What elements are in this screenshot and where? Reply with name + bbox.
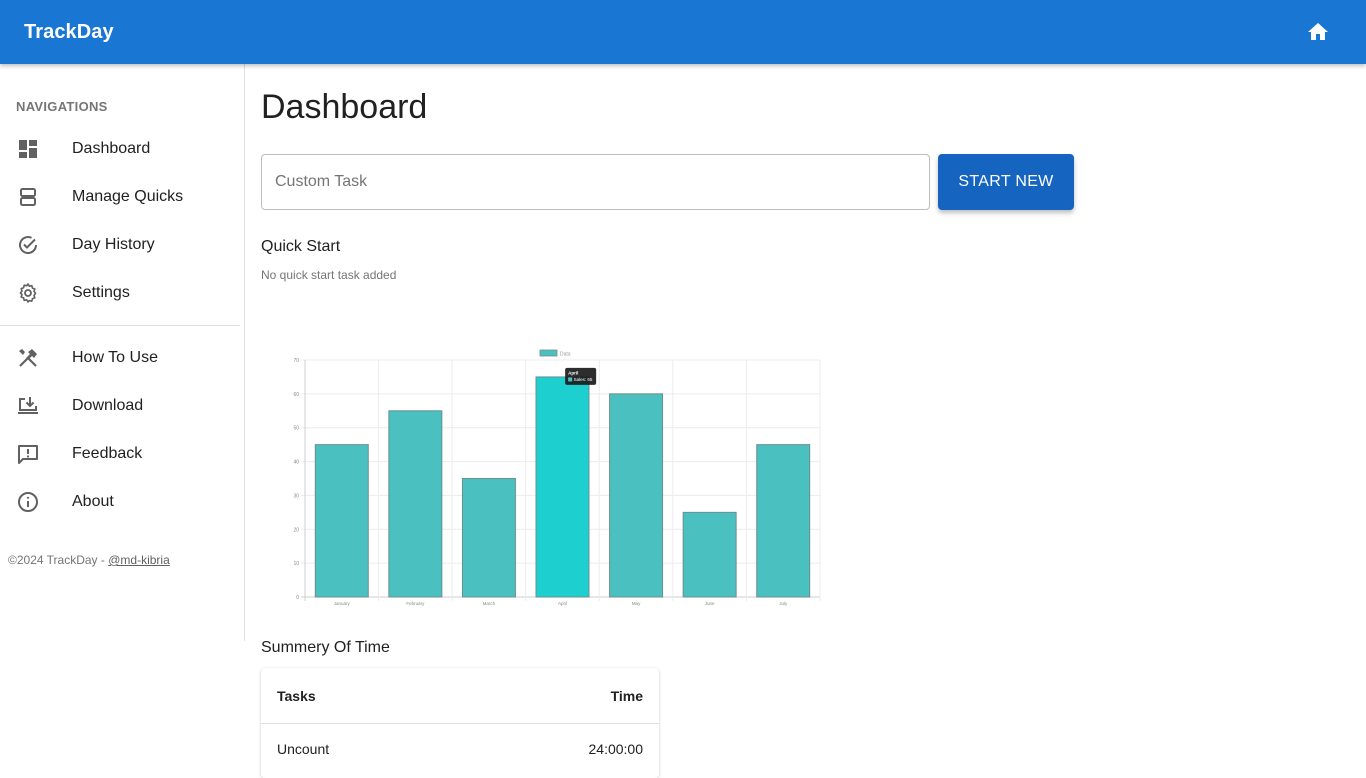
chart-bar (682, 511, 737, 598)
app-bar: TrackDay (0, 0, 1366, 64)
sidebar-item-about[interactable]: About (0, 478, 240, 526)
dashboard-icon (16, 137, 40, 161)
y-tick-label: 50 (293, 426, 299, 432)
tools-icon (16, 346, 40, 370)
y-tick-label: 10 (293, 561, 299, 567)
sidebar-item-download[interactable]: Download (0, 382, 240, 430)
x-tick-label: February (406, 601, 425, 606)
sidebar-item-how-to-use[interactable]: How To Use (0, 334, 240, 382)
x-tick-label: July (779, 601, 788, 606)
quick-start-title: Quick Start (261, 238, 341, 255)
legend-label: Data (560, 352, 571, 358)
y-tick-label: 70 (293, 358, 299, 364)
time-cell: 24:00:00 (588, 741, 644, 757)
column-header-time: Time (610, 687, 643, 704)
x-tick-label: May (632, 601, 641, 606)
sidebar-item-dashboard[interactable]: Dashboard (0, 125, 240, 173)
y-tick-label: 60 (293, 392, 299, 398)
sidebar-item-label: Dashboard (72, 140, 151, 157)
task-cell: Uncount (277, 741, 330, 757)
tooltip-value: Sales: 65 (574, 377, 593, 382)
info-icon (16, 490, 40, 514)
chart-bar (535, 376, 590, 598)
y-tick-label: 40 (293, 460, 299, 466)
sidebar-item-manage-quicks[interactable]: Manage Quicks (0, 173, 240, 221)
chart-bar (461, 478, 516, 598)
home-icon[interactable] (1306, 20, 1330, 44)
chart-bar (609, 393, 664, 598)
sidebar-item-label: How To Use (72, 349, 158, 366)
tooltip-title: April (568, 370, 578, 375)
quick-start-empty-text: No quick start task added (261, 268, 397, 282)
sidebar-item-settings[interactable]: Settings (0, 269, 240, 317)
sidebar: NAVIGATIONS Dashboard Manage Quicks Day … (0, 64, 245, 641)
sidebar-item-label: Feedback (72, 445, 143, 462)
start-new-button[interactable]: START NEW (938, 154, 1074, 210)
sidebar-item-feedback[interactable]: Feedback (0, 430, 240, 478)
view-agenda-icon (16, 185, 40, 209)
author-link[interactable]: @md-kibria (108, 553, 170, 567)
y-tick-label: 0 (296, 595, 299, 601)
chart-bar (314, 444, 369, 598)
summary-title: Summery Of Time (261, 639, 390, 656)
x-tick-label: January (334, 601, 351, 606)
chart-bar (388, 410, 443, 598)
feedback-icon (16, 442, 40, 466)
sidebar-item-label: Settings (72, 284, 130, 301)
gear-icon (16, 281, 40, 305)
tooltip-swatch (568, 377, 573, 382)
custom-task-input[interactable] (261, 154, 930, 210)
sidebar-item-label: Day History (72, 236, 155, 253)
bar-chart: 0 10 20 30 40 50 60 70 January February March April… (293, 349, 821, 606)
sidebar-item-day-history[interactable]: Day History (0, 221, 240, 269)
sidebar-item-label: Download (72, 397, 144, 414)
nav-header: NAVIGATIONS (16, 99, 108, 114)
sidebar-item-label: Manage Quicks (72, 188, 184, 205)
download-icon (16, 394, 40, 418)
chart-bar (756, 444, 811, 598)
sidebar-footer: ©2024 TrackDay - @md-kibria (8, 553, 170, 567)
page-title: Dashboard (261, 88, 428, 126)
y-tick-label: 30 (293, 493, 299, 499)
app-title[interactable]: TrackDay (24, 21, 114, 44)
x-tick-label: June (705, 601, 715, 606)
legend-swatch (539, 349, 558, 357)
table-header-row: Tasks Time (261, 668, 659, 724)
sidebar-item-label: About (72, 493, 114, 510)
summary-table: Tasks Time Uncount 24:00:00 (261, 668, 659, 778)
x-tick-label: April (558, 601, 567, 606)
y-tick-label: 20 (293, 527, 299, 533)
column-header-tasks: Tasks (277, 687, 316, 704)
footer-text: ©2024 TrackDay - (8, 553, 109, 567)
check-circle-icon (16, 233, 40, 257)
sidebar-divider (0, 325, 240, 326)
x-tick-label: March (483, 601, 496, 606)
